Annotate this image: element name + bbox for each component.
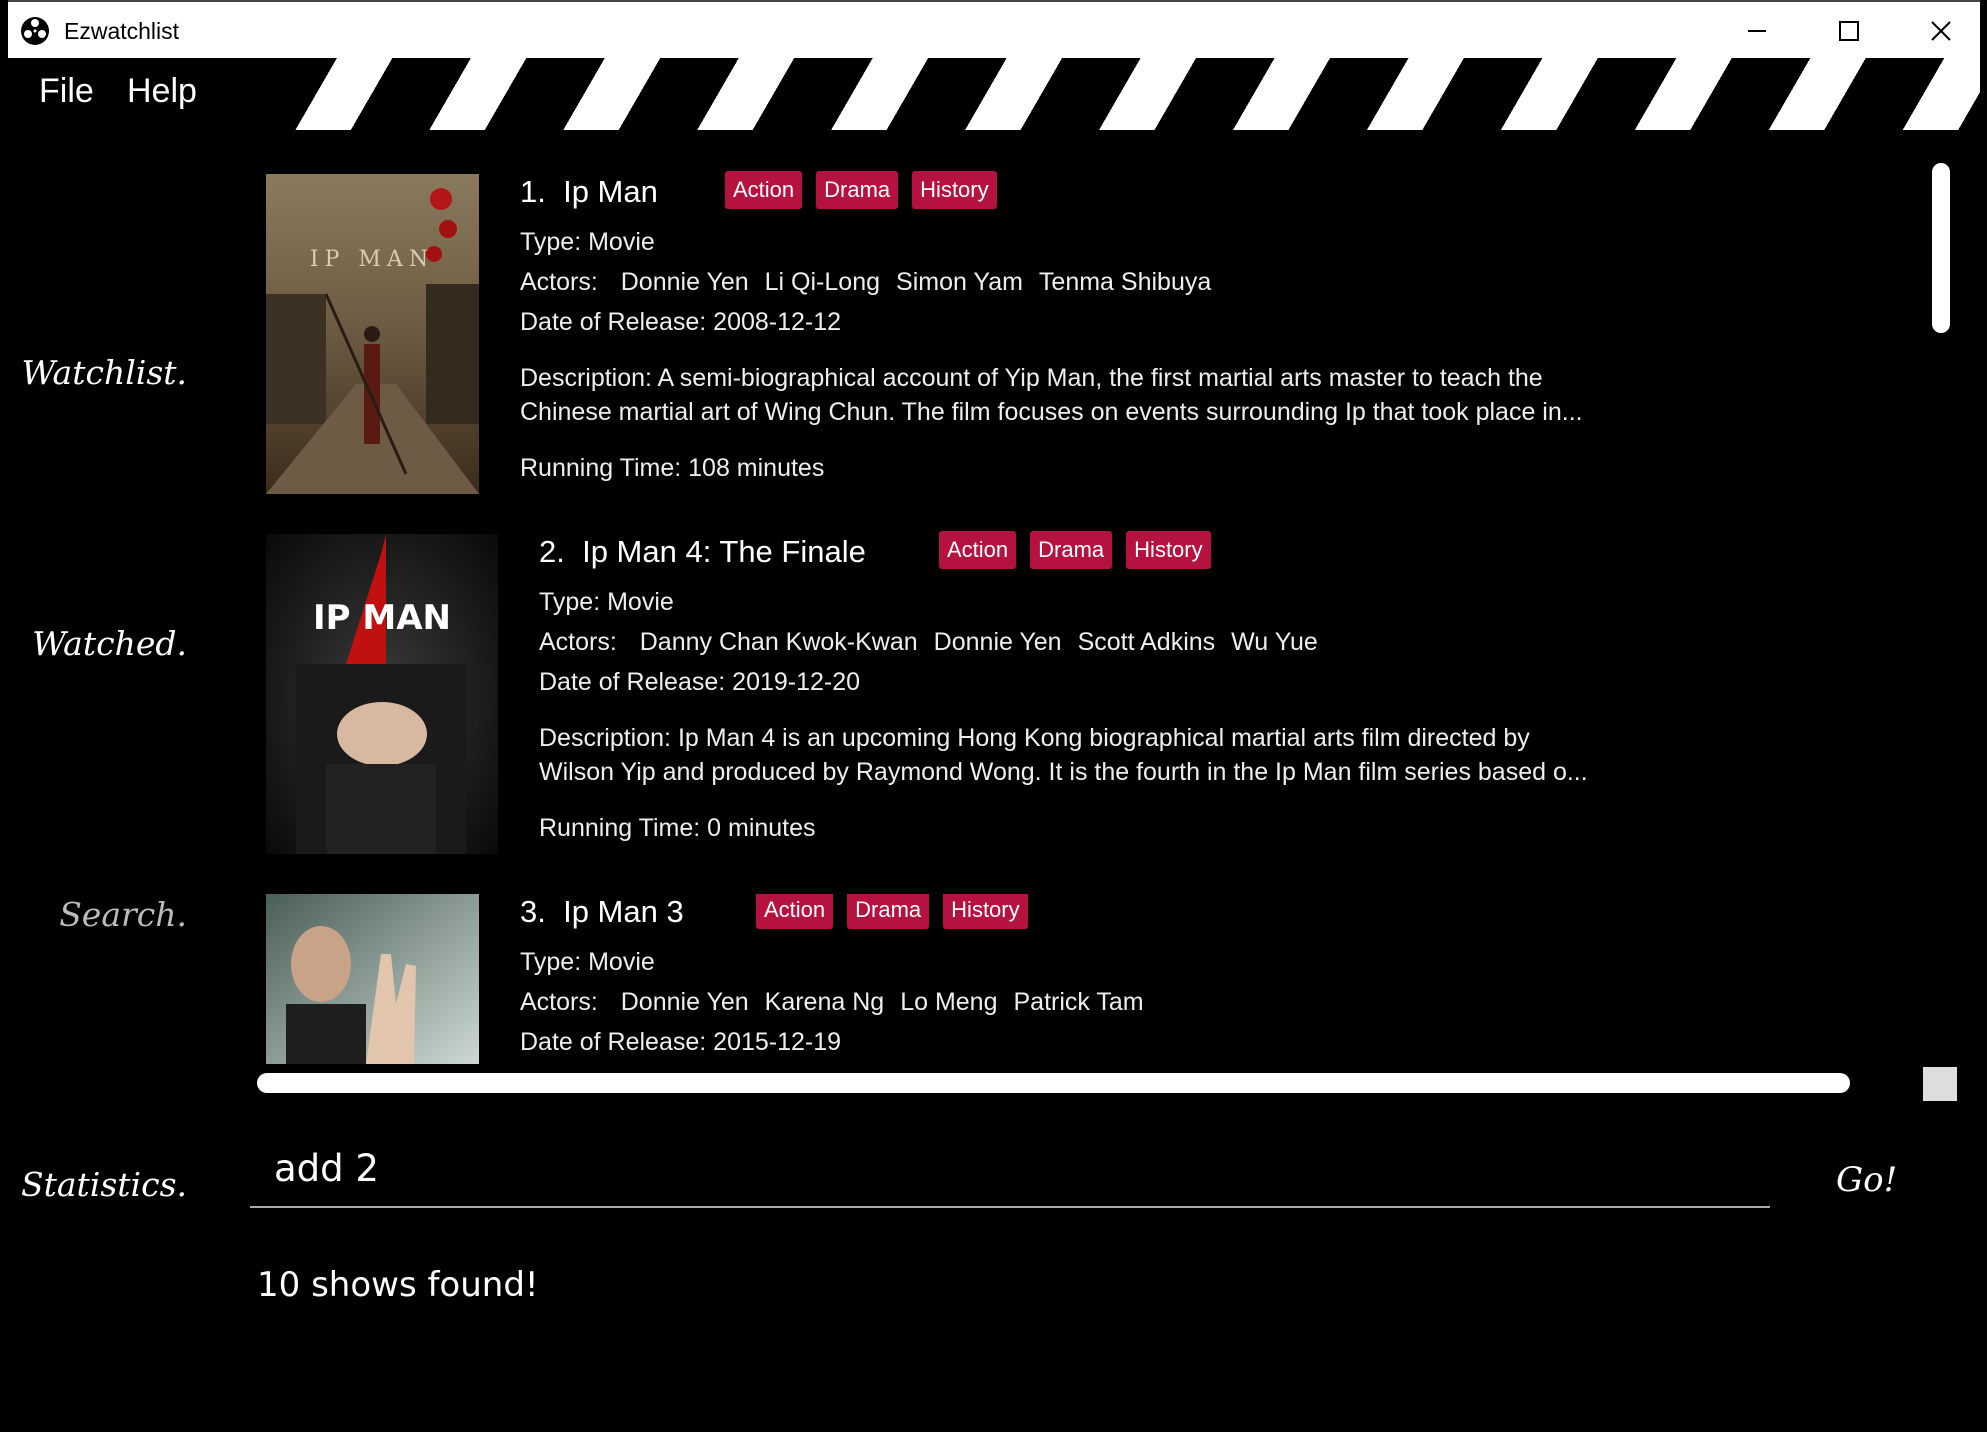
menu-help[interactable]: Help: [127, 72, 197, 111]
genre-tag: History: [1126, 531, 1211, 569]
show-release-date: Date of Release: 2015-12-19: [520, 1028, 842, 1056]
poster-image: IP MAN: [266, 174, 479, 494]
genre-tag: Drama: [816, 171, 899, 209]
poster-image: IP MAN: [266, 534, 498, 854]
genre-tags: Action Drama History: [725, 171, 997, 209]
show-title: 3. Ip Man 3: [520, 894, 684, 929]
genre-tags: Action Drama History: [756, 894, 1028, 929]
genre-tag: History: [943, 894, 1028, 929]
go-button[interactable]: Go!: [1836, 1160, 1897, 1200]
genre-tag: History: [912, 171, 997, 209]
scrollbar-corner: [1923, 1067, 1957, 1101]
show-description-line: Wilson Yip and produced by Raymond Wong.…: [539, 758, 1588, 786]
show-actors: Actors: Danny Chan Kwok-Kwan Donnie Yen Sc…: [539, 628, 1318, 656]
show-title: 2. Ip Man 4: The Finale: [539, 534, 866, 569]
show-title: 1. Ip Man: [520, 174, 658, 209]
show-running-time: Running Time: 108 minutes: [520, 454, 825, 482]
genre-tag: Action: [756, 894, 834, 929]
genre-tag: Drama: [847, 894, 930, 929]
result-message: 10 shows found!: [257, 1265, 539, 1305]
menu-bar: File Help: [8, 58, 1980, 130]
show-type: Type: Movie: [539, 588, 674, 616]
nav-watched[interactable]: Watched.: [32, 624, 187, 663]
command-input[interactable]: [250, 1130, 1770, 1208]
horizontal-scrollbar[interactable]: [257, 1073, 1850, 1093]
show-running-time: Running Time: 0 minutes: [539, 814, 816, 842]
genre-tags: Action Drama History: [939, 531, 1211, 569]
show-actors: Actors: Donnie Yen Li Qi-Long Simon Yam Ten…: [520, 268, 1212, 296]
nav-watchlist[interactable]: Watchlist.: [21, 353, 187, 392]
genre-tag: Action: [725, 171, 803, 209]
show-actors: Actors: Donnie Yen Karena Ng Lo Meng Patric…: [520, 988, 1144, 1016]
show-description-line: Description: A semi-biographical account…: [520, 364, 1543, 392]
film-reel-icon: [20, 16, 50, 46]
vertical-scrollbar[interactable]: [1932, 163, 1950, 333]
show-card[interactable]: 3. Ip Man 3 Action Drama History Type: M…: [266, 894, 1666, 1064]
menu-file[interactable]: File: [39, 72, 94, 111]
title-bar: Ezwatchlist: [8, 0, 1980, 58]
show-description-line: Chinese martial art of Wing Chun. The fi…: [520, 398, 1583, 426]
poster-image: [266, 894, 479, 1064]
maximize-button[interactable]: [1826, 8, 1872, 54]
close-button[interactable]: [1918, 8, 1964, 54]
show-type: Type: Movie: [520, 948, 655, 976]
show-release-date: Date of Release: 2019-12-20: [539, 668, 861, 696]
poster-title-text: IP MAN: [310, 247, 434, 272]
genre-tag: Action: [939, 531, 1017, 569]
window-title: Ezwatchlist: [64, 18, 180, 44]
poster-title-text: IP MAN: [313, 598, 451, 638]
show-description-line: Description: Ip Man 4 is an upcoming Hon…: [539, 724, 1530, 752]
show-release-date: Date of Release: 2008-12-12: [520, 308, 842, 336]
minimize-button[interactable]: [1734, 8, 1780, 54]
nav-statistics[interactable]: Statistics.: [21, 1165, 187, 1204]
genre-tag: Drama: [1030, 531, 1113, 569]
nav-search[interactable]: Search.: [59, 895, 187, 934]
show-type: Type: Movie: [520, 228, 655, 256]
